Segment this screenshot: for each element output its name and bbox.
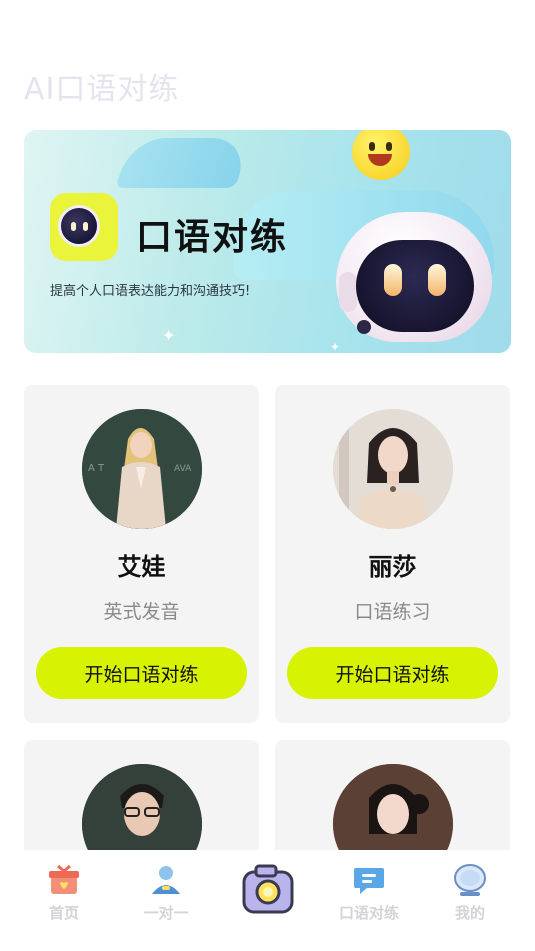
- nav-item-home[interactable]: 首页: [24, 862, 104, 923]
- smiley-icon: [352, 130, 410, 180]
- tutor-tag: 口语练习: [354, 601, 431, 623]
- nav-label: 口语对练: [338, 904, 399, 922]
- nav-label: 我的: [454, 904, 485, 922]
- nav-item-one-on-one[interactable]: 一对一: [126, 862, 206, 923]
- start-practice-button[interactable]: 开始口语对练: [287, 647, 498, 699]
- banner-subtitle: 提高个人口语表达能力和沟通技巧!: [50, 284, 251, 299]
- start-practice-button[interactable]: 开始口语对练: [36, 647, 247, 699]
- chat-bubble-icon: [354, 868, 384, 894]
- nav-item-mine[interactable]: 我的: [430, 862, 510, 923]
- svg-text:AVA: AVA: [174, 464, 192, 474]
- tutor-card-ava[interactable]: A T AVA 艾娃 英式发音 开始口语对练: [24, 385, 259, 723]
- cloud-decoration: [114, 138, 254, 188]
- banner-title: 口语对练: [136, 217, 289, 258]
- app-logo-icon: [50, 193, 118, 261]
- nav-item-speaking-practice[interactable]: 口语对练: [329, 862, 409, 923]
- avatar: [333, 409, 453, 529]
- tutor-name: 艾娃: [117, 553, 166, 581]
- sparkle-icon: ✦: [162, 326, 176, 345]
- camera-icon: [242, 864, 294, 914]
- page-title: AI口语对练: [24, 72, 180, 107]
- nav-label: 一对一: [143, 904, 189, 922]
- nav-item-camera[interactable]: [228, 860, 308, 920]
- bottom-navigation: 首页 一对一 口语对练 我的: [0, 850, 535, 951]
- person-icon: [152, 866, 180, 894]
- tutor-tag: 英式发音: [103, 601, 180, 623]
- tutor-card-lisa[interactable]: 丽莎 口语练习 开始口语对练: [275, 385, 510, 723]
- avatar: A T AVA: [82, 409, 202, 529]
- gift-home-icon: [49, 864, 79, 894]
- promo-banner[interactable]: ✦ ✦ ✦ 口语对练 提高个人口语表达能力和沟通技巧!: [24, 130, 511, 353]
- tutor-name: 丽莎: [368, 553, 417, 581]
- microphone-icon: [357, 320, 371, 334]
- sparkle-icon: ✦: [330, 340, 341, 353]
- profile-bubble-icon: [454, 864, 486, 896]
- svg-text:A T: A T: [88, 463, 105, 474]
- nav-label: 首页: [48, 904, 79, 922]
